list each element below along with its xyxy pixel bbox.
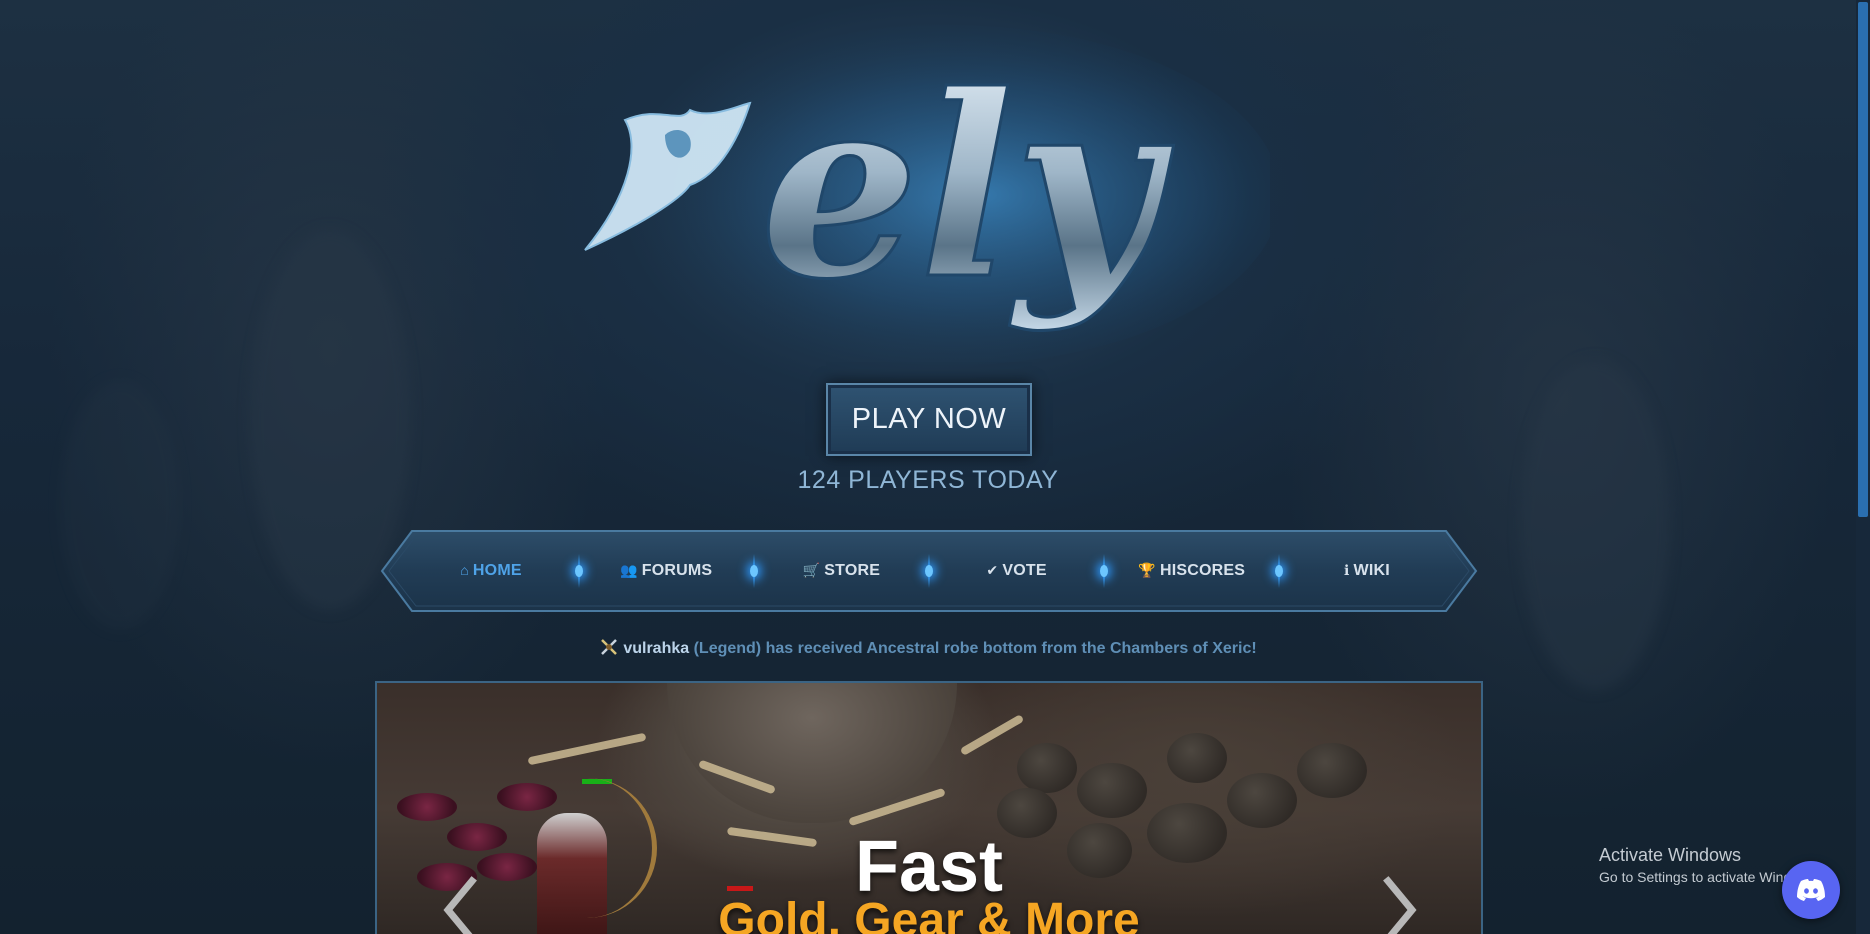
ticker-username[interactable]: vulrahka [623,640,689,657]
users-icon: 👥 [620,562,638,578]
banner-scenery [1227,773,1297,828]
activate-windows-title: Activate Windows [1599,845,1742,865]
logo-text: ely [760,40,1174,334]
banner-scenery [1297,743,1367,798]
nav-vote[interactable]: ✔ VOTE [942,562,1092,580]
play-now-button[interactable]: PLAY NOW [826,383,1032,456]
nav-home[interactable]: ⌂ HOME [416,562,566,580]
nav-store[interactable]: 🛒 STORE [766,562,916,580]
nav-home-label: HOME [472,562,522,579]
banner-scenery [397,793,457,821]
logo-graphic: ely [584,25,1280,365]
nav-forums-label: FORUMS [641,562,713,579]
page-scrollbar[interactable] [1856,0,1870,934]
banner-scenery [1077,763,1147,818]
background-figure [60,380,180,630]
banner-scenery [1017,743,1077,793]
nav-separator [749,554,758,588]
home-icon: ⌂ [460,562,469,578]
banner-scenery [527,732,647,766]
site-logo[interactable]: ely [570,25,1280,365]
drop-ticker: vulrahka (Legend) has received Ancestral… [0,637,1856,658]
nav-wiki-label: WIKI [1353,562,1390,579]
nav-separator [924,554,933,588]
discord-icon [1797,879,1825,901]
carousel-prev-button[interactable] [440,875,480,934]
info-circle-icon: ℹ [1343,562,1350,578]
ticker-message: (Legend) has received Ancestral robe bot… [689,640,1257,657]
trophy-icon: 🏆 [1138,562,1156,578]
chevron-right-icon [1383,876,1417,934]
nav-wiki[interactable]: ℹ WIKI [1292,562,1442,580]
main-navigation: ⌂ HOME 👥 FORUMS 🛒 STORE ✔ VOTE 🏆 HISCORES ℹ WI… [380,529,1478,613]
discord-button[interactable] [1782,861,1840,919]
scrollbar-thumb[interactable] [1858,2,1868,517]
banner-scenery [959,714,1025,756]
nav-vote-label: VOTE [1002,562,1047,579]
players-today-count: 124 PLAYERS TODAY [797,466,1059,494]
nav-hiscores[interactable]: 🏆 HISCORES [1117,562,1267,580]
carousel-next-button[interactable] [1380,875,1420,934]
nav-store-label: STORE [824,562,881,579]
nav-forums[interactable]: 👥 FORUMS [591,562,741,580]
banner-scenery [497,783,557,811]
banner-subtitle: Gold, Gear & More [718,894,1140,934]
shopping-cart-icon: 🛒 [802,562,821,578]
promo-carousel[interactable]: Fast Gold, Gear & More [375,681,1483,934]
banner-scenery [1167,733,1227,783]
check-icon: ✔ [986,562,999,578]
nav-separator [1100,554,1109,588]
nav-separator [574,554,583,588]
chevron-left-icon [443,876,477,934]
crossed-swords-icon [599,637,619,657]
nav-hiscores-label: HISCORES [1159,562,1246,579]
nav-separator [1275,554,1284,588]
